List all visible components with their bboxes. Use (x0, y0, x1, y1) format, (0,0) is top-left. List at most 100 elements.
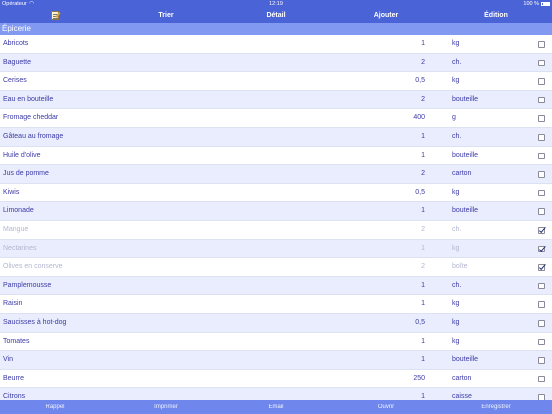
list-item[interactable]: Baguette 2 ch. (0, 53, 552, 73)
item-checkbox[interactable] (538, 78, 545, 85)
list-item[interactable]: Eau en bouteille 2 bouteille (0, 90, 552, 110)
item-name: Pamplemousse (3, 281, 52, 289)
item-quantity: 1 (421, 207, 425, 215)
detail-button[interactable]: Détail (250, 8, 302, 23)
add-button[interactable]: Ajouter (360, 8, 412, 23)
item-checkbox[interactable] (538, 282, 545, 290)
item-quantity: 0,5 (415, 188, 425, 196)
item-checkbox[interactable] (538, 208, 545, 215)
item-unit: kg (452, 77, 460, 85)
edit-button[interactable]: Édition (470, 8, 522, 23)
item-quantity: 2 (421, 263, 425, 271)
item-quantity: 0,5 (415, 319, 425, 326)
item-name: Mangue (3, 226, 29, 233)
list-item[interactable]: Mangue 2 ch. (0, 221, 552, 240)
email-button[interactable]: Email (250, 400, 302, 414)
item-checkbox[interactable] (538, 301, 545, 308)
list-item[interactable]: Limonade 1 bouteille (0, 202, 552, 221)
list-item[interactable]: Fromage cheddar 400 g (0, 109, 552, 128)
reminder-button[interactable]: Rappel (30, 400, 80, 414)
item-unit: ch. (452, 58, 462, 66)
save-button[interactable]: Enregistrer (470, 400, 522, 414)
item-checkbox[interactable] (538, 115, 545, 122)
item-name: Baguette (3, 58, 32, 66)
item-name: Citrons (3, 393, 26, 400)
item-quantity: 2 (421, 95, 425, 103)
sort-button[interactable]: Trier (140, 8, 192, 23)
list-item[interactable]: Jus de pomme 2 carton (0, 165, 552, 184)
list-item[interactable]: Raisin 1 kg (0, 295, 552, 314)
item-checkbox[interactable] (538, 264, 545, 271)
list-item[interactable]: Saucisses à hot-dog 0,5 kg (0, 314, 552, 333)
item-quantity: 250 (413, 374, 425, 382)
item-quantity: 2 (421, 226, 425, 233)
list-item[interactable]: Citrons 1 caisse (0, 388, 552, 400)
item-unit: bouteille (452, 356, 479, 364)
item-unit: ch. (452, 226, 462, 233)
list-item[interactable]: Olives en conserve 2 boîte (0, 258, 552, 277)
item-name: Abricots (3, 40, 29, 47)
item-quantity: 1 (421, 133, 425, 140)
item-checkbox[interactable] (538, 152, 545, 160)
list-item[interactable]: Gâteau au fromage 1 ch. (0, 128, 552, 147)
section-header-grocery: Épicerie (0, 23, 552, 35)
list-item[interactable]: Abricots 1 kg (0, 35, 552, 54)
item-name: Nectarines (3, 244, 37, 252)
item-checkbox[interactable] (538, 357, 545, 364)
item-unit: ch. (452, 133, 462, 140)
open-button[interactable]: Ouvrir (360, 400, 412, 414)
item-quantity: 400 (413, 114, 425, 122)
item-checkbox[interactable] (538, 134, 545, 141)
item-checkbox[interactable] (538, 227, 545, 234)
item-name: Fromage cheddar (3, 114, 59, 122)
item-name: Tomates (3, 337, 30, 345)
item-name: Jus de pomme (3, 170, 49, 178)
battery-icon (541, 1, 550, 6)
item-quantity: 2 (421, 170, 425, 178)
list-item[interactable]: Pamplemousse 1 ch. (0, 276, 552, 296)
item-checkbox[interactable] (538, 59, 545, 67)
item-checkbox[interactable] (538, 338, 545, 346)
clock: 12:19 (269, 1, 283, 7)
list-item[interactable]: Cerises 0,5 kg (0, 72, 552, 91)
item-name: Raisin (3, 300, 23, 308)
list-item[interactable]: Tomates 1 kg (0, 332, 552, 352)
item-checkbox[interactable] (538, 375, 545, 383)
list-item[interactable]: Huile d'olive 1 bouteille (0, 146, 552, 166)
item-name: Huile d'olive (3, 151, 41, 159)
item-checkbox[interactable] (538, 96, 545, 104)
item-checkbox[interactable] (538, 245, 545, 253)
item-name: Vin (3, 356, 13, 364)
item-unit: ch. (452, 281, 462, 289)
item-unit: kg (452, 40, 460, 47)
item-name: Kiwis (3, 188, 20, 196)
list-item[interactable]: Nectarines 1 kg (0, 239, 552, 259)
print-button[interactable]: Imprimer (140, 400, 192, 414)
list-item[interactable]: Beurre 250 carton (0, 369, 552, 389)
item-unit: kg (452, 319, 460, 326)
list-item[interactable]: Kiwis 0,5 kg (0, 183, 552, 203)
item-name: Limonade (3, 207, 34, 215)
item-unit: kg (452, 244, 460, 252)
status-bar: Opérateur ◠ 12:19 100 % (0, 0, 552, 8)
item-quantity: 1 (421, 300, 425, 308)
item-unit: bouteille (452, 207, 479, 215)
item-quantity: 1 (421, 356, 425, 364)
item-unit: kg (452, 337, 460, 345)
item-quantity: 1 (421, 151, 425, 159)
item-name: Eau en bouteille (3, 95, 54, 103)
item-unit: carton (452, 170, 472, 178)
item-quantity: 1 (421, 337, 425, 345)
item-checkbox[interactable] (538, 171, 545, 178)
grocery-list[interactable]: Abricots 1 kg Baguette 2 ch. Cerises 0,5 kg Eau e… (0, 35, 552, 400)
list-item[interactable]: Vin 1 bouteille (0, 351, 552, 370)
item-quantity: 1 (421, 40, 425, 47)
item-quantity: 1 (421, 393, 425, 400)
bottom-toolbar: Rappel Imprimer Email Ouvrir Enregistrer (0, 400, 552, 414)
top-toolbar: Trier Détail Ajouter Édition (0, 8, 552, 23)
item-unit: caisse (452, 393, 472, 400)
item-checkbox[interactable] (538, 41, 545, 48)
notes-icon[interactable] (51, 11, 59, 20)
item-checkbox[interactable] (538, 320, 545, 327)
item-checkbox[interactable] (538, 189, 545, 197)
